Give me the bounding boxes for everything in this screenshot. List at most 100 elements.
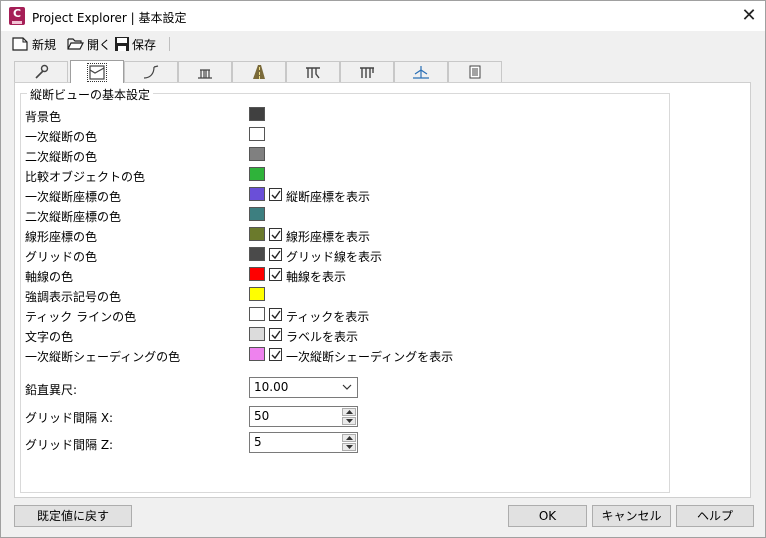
tab-report[interactable] [448, 61, 502, 82]
save-button[interactable]: 保存 [114, 35, 156, 53]
checkmark-icon [271, 230, 281, 240]
checkmark-icon [271, 330, 281, 340]
subassembly-icon [360, 67, 374, 78]
toolbar: 新規 開く 保存 [1, 32, 765, 56]
row-label-primary-profile: 一次縦断の色 [25, 130, 98, 144]
checkmark-icon [271, 250, 281, 260]
grid-x-decrement[interactable] [342, 417, 356, 425]
grid-z-decrement[interactable] [342, 443, 356, 451]
row-label-text: 文字の色 [25, 330, 74, 344]
toolbar-separator [169, 37, 170, 51]
row-label-grid: グリッドの色 [25, 250, 98, 264]
save-label: 保存 [132, 37, 157, 52]
row-label-alignment-coords: 線形座標の色 [25, 230, 98, 244]
caret-down-icon [345, 445, 353, 449]
section-view-icon [198, 69, 212, 79]
project-explorer-window: C Project Explorer | 基本設定 ✕ 新規 開く 保存 縦断ビ… [0, 0, 766, 538]
checkbox-show-primary-shading[interactable] [269, 348, 282, 361]
row-label-comparison-object: 比較オブジェクトの色 [25, 170, 146, 184]
swatch-secondary-profile-coords[interactable] [249, 207, 265, 221]
alignment-icon [143, 65, 159, 79]
row-label-secondary-profile: 二次縦断の色 [25, 150, 98, 164]
swatch-text[interactable] [249, 327, 265, 341]
new-button[interactable]: 新規 [12, 35, 56, 53]
checkmark-icon [271, 350, 281, 360]
caret-up-icon [345, 436, 353, 440]
checkmark-icon [271, 270, 281, 280]
checkbox-show-labels[interactable] [269, 328, 282, 341]
grid-x-value: 50 [254, 409, 270, 423]
grid-z-spinner[interactable]: 5 [249, 432, 358, 453]
checkbox-label-show-axis: 軸線を表示 [286, 270, 347, 284]
window-title: Project Explorer | 基本設定 [32, 11, 187, 25]
settings-panel: 縦断ビューの基本設定 背景色 一次縦断の色 二次縦断の色 比較オブジェクトの色 … [14, 82, 751, 498]
checkbox-show-axis[interactable] [269, 268, 282, 281]
tab-cross-section[interactable] [394, 61, 448, 82]
vertical-exaggeration-select[interactable]: 10.00 [249, 377, 358, 398]
tab-subassembly[interactable] [340, 61, 394, 82]
checkbox-label-show-labels: ラベルを表示 [286, 330, 359, 344]
new-label: 新規 [32, 37, 57, 52]
vertical-exaggeration-value: 10.00 [254, 380, 289, 394]
row-label-tick-line: ティック ラインの色 [25, 310, 137, 324]
caret-up-icon [345, 410, 353, 414]
group-title: 縦断ビューの基本設定 [27, 86, 154, 103]
row-label-highlight-symbol: 強調表示記号の色 [25, 290, 122, 304]
chevron-down-icon [342, 384, 352, 390]
grid-x-increment[interactable] [342, 408, 356, 416]
swatch-grid[interactable] [249, 247, 265, 261]
swatch-secondary-profile[interactable] [249, 147, 265, 161]
row-label-primary-shading: 一次縦断シェーディングの色 [25, 350, 181, 364]
civil3d-app-icon: C [9, 7, 25, 25]
checkbox-show-alignment-coords[interactable] [269, 228, 282, 241]
grid-z-increment[interactable] [342, 434, 356, 442]
swatch-highlight-symbol[interactable] [249, 287, 265, 301]
ok-button[interactable]: OK [508, 505, 587, 527]
checkbox-label-show-grid: グリッド線を表示 [286, 250, 383, 264]
tab-corridor[interactable] [232, 61, 286, 82]
checkmark-icon [271, 190, 281, 200]
cross-section-icon [413, 66, 429, 79]
vertical-exaggeration-label: 鉛直異尺: [25, 383, 78, 397]
swatch-axis[interactable] [249, 267, 265, 281]
row-label-secondary-profile-coords: 二次縦断座標の色 [25, 210, 122, 224]
swatch-tick-line[interactable] [249, 307, 265, 321]
tab-general[interactable] [14, 61, 68, 82]
checkbox-label-show-primary-shading: 一次縦断シェーディングを表示 [286, 350, 454, 364]
row-label-primary-profile-coords: 一次縦断座標の色 [25, 190, 122, 204]
row-label-background: 背景色 [25, 110, 62, 124]
tab-section-view[interactable] [178, 61, 232, 82]
close-icon: ✕ [741, 5, 757, 26]
checkbox-show-grid[interactable] [269, 248, 282, 261]
swatch-background[interactable] [249, 107, 265, 121]
swatch-primary-profile[interactable] [249, 127, 265, 141]
checkbox-show-profile-coords[interactable] [269, 188, 282, 201]
profile-view-icon [87, 62, 107, 82]
grid-z-value: 5 [254, 435, 262, 449]
tab-profile-view[interactable] [70, 60, 124, 83]
open-folder-icon [67, 38, 84, 50]
open-label: 開く [87, 37, 112, 52]
swatch-comparison-object[interactable] [249, 167, 265, 181]
swatch-alignment-coords[interactable] [249, 227, 265, 241]
save-disk-icon [115, 37, 129, 51]
close-button[interactable]: ✕ [735, 3, 763, 29]
road-icon [253, 65, 265, 79]
title-bar: C Project Explorer | 基本設定 ✕ [1, 1, 765, 31]
help-button[interactable]: ヘルプ [676, 505, 754, 527]
tab-alignment[interactable] [124, 61, 178, 82]
assembly-icon [306, 67, 320, 79]
open-button[interactable]: 開く [67, 35, 111, 53]
tab-assembly[interactable] [286, 61, 340, 82]
reset-defaults-button[interactable]: 既定値に戻す [14, 505, 132, 527]
checkbox-label-show-ticks: ティックを表示 [286, 310, 370, 324]
swatch-primary-shading[interactable] [249, 347, 265, 361]
row-label-axis: 軸線の色 [25, 270, 74, 284]
checkmark-icon [271, 310, 281, 320]
swatch-primary-profile-coords[interactable] [249, 187, 265, 201]
checkbox-show-ticks[interactable] [269, 308, 282, 321]
wrench-icon [35, 64, 49, 79]
grid-x-spinner[interactable]: 50 [249, 406, 358, 427]
cancel-button[interactable]: キャンセル [592, 505, 671, 527]
new-file-icon [12, 37, 28, 51]
